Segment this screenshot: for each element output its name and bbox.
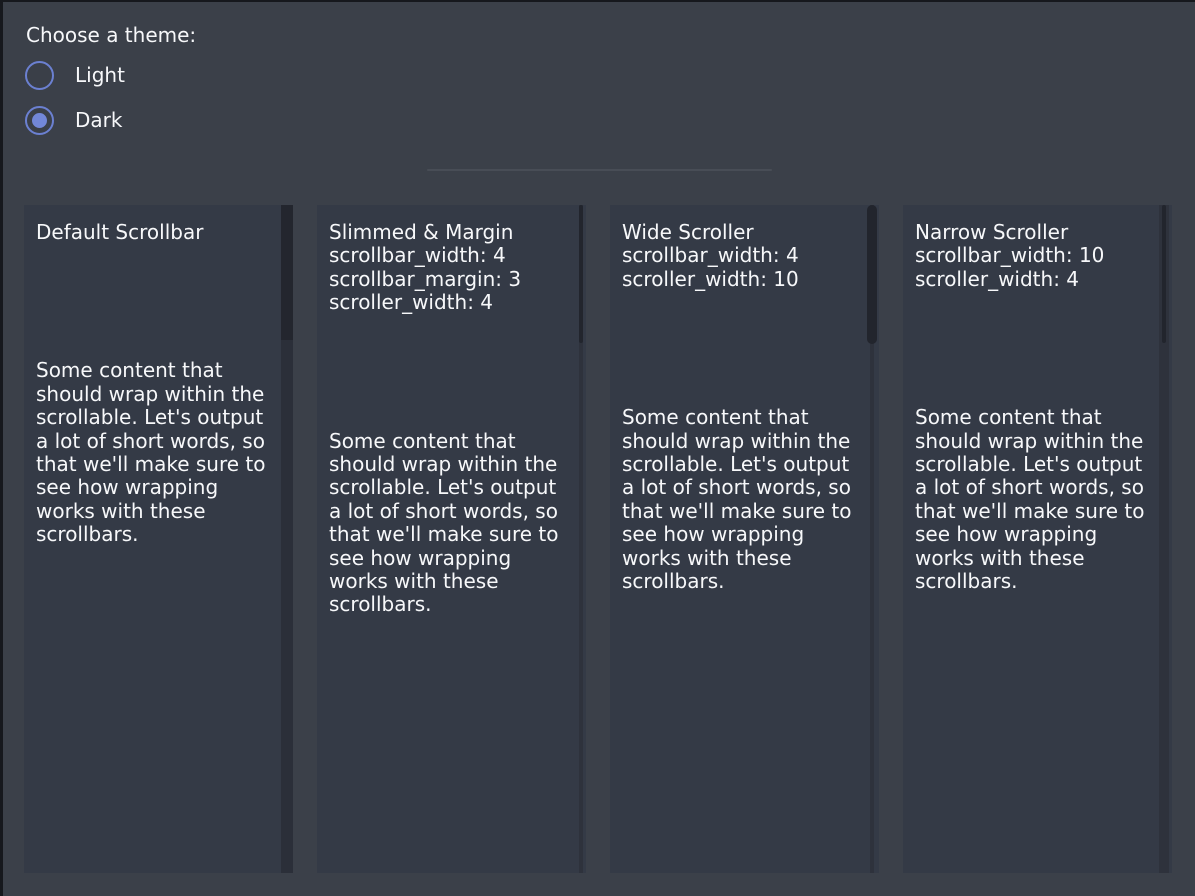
window-edge-top (0, 0, 1195, 2)
panel-text: Slimmed & Margin scrollbar_width: 4 scro… (329, 221, 564, 617)
radio-dark-icon[interactable] (25, 106, 54, 135)
app: Choose a theme: Light Dark Default Scrol… (0, 0, 1195, 896)
panel-title: Wide Scroller scrollbar_width: 4 scrolle… (622, 221, 857, 291)
scroll-panel-default[interactable]: Default Scrollbar Some content that shou… (24, 205, 293, 873)
radio-dark-label[interactable]: Dark (75, 109, 122, 132)
panel-body-text: Some content that should wrap within the… (36, 359, 271, 546)
radio-light-icon[interactable] (25, 61, 54, 90)
scroll-panel-slimmed-margin[interactable]: Slimmed & Margin scrollbar_width: 4 scro… (317, 205, 586, 873)
scroll-panel-narrow-scroller[interactable]: Narrow Scroller scrollbar_width: 10 scro… (903, 205, 1172, 873)
radio-option-dark[interactable]: Dark (25, 106, 122, 135)
panel-title: Narrow Scroller scrollbar_width: 10 scro… (915, 221, 1150, 291)
radio-selected-dot (32, 113, 47, 128)
scrollbar-thumb[interactable] (867, 205, 877, 344)
divider (427, 169, 772, 171)
panel-text: Narrow Scroller scrollbar_width: 10 scro… (915, 221, 1150, 593)
scrollbar-thumb[interactable] (1162, 205, 1166, 343)
panel-title: Default Scrollbar (36, 221, 271, 244)
scrollbar-thumb[interactable] (281, 205, 293, 340)
window-edge-left (0, 0, 3, 896)
panel-body-text: Some content that should wrap within the… (915, 406, 1150, 593)
panel-body-text: Some content that should wrap within the… (329, 430, 564, 617)
panel-text: Wide Scroller scrollbar_width: 4 scrolle… (622, 221, 857, 593)
scrollbar-thumb[interactable] (579, 205, 583, 343)
theme-chooser-label: Choose a theme: (26, 24, 196, 47)
radio-option-light[interactable]: Light (25, 61, 125, 90)
panel-body-text: Some content that should wrap within the… (622, 406, 857, 593)
panel-title: Slimmed & Margin scrollbar_width: 4 scro… (329, 221, 564, 315)
radio-light-label[interactable]: Light (75, 64, 125, 87)
panel-text: Default Scrollbar Some content that shou… (36, 221, 271, 547)
scroll-panel-wide-scroller[interactable]: Wide Scroller scrollbar_width: 4 scrolle… (610, 205, 879, 873)
